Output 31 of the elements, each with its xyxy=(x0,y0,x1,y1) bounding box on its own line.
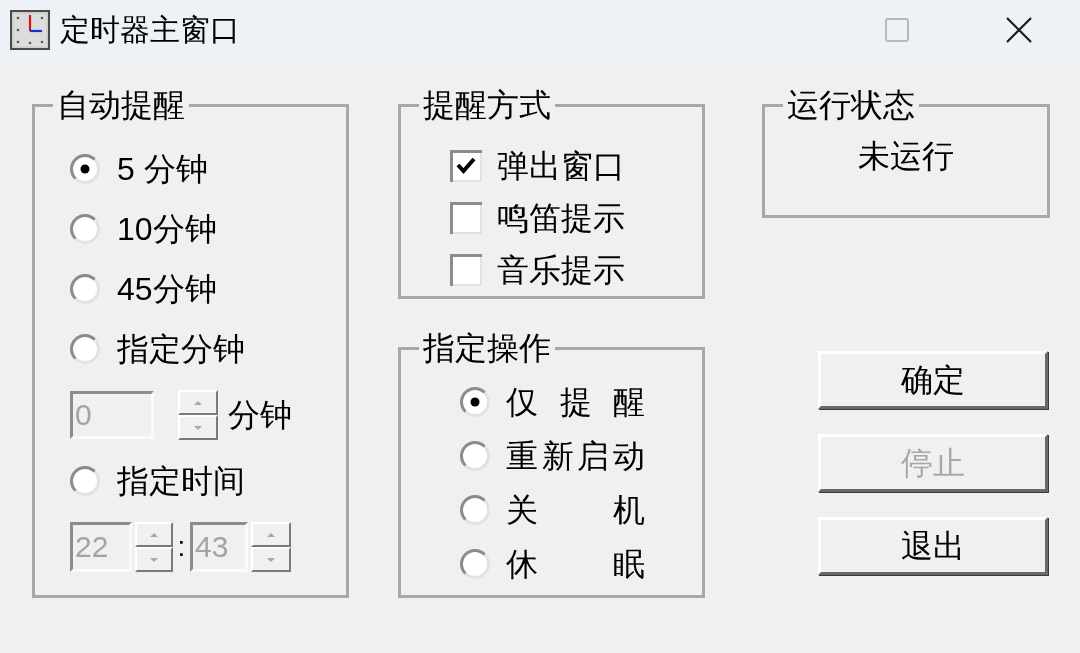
radio-option[interactable]: 关 机 xyxy=(460,492,645,528)
up-arrow-icon xyxy=(194,400,202,405)
up-arrow-icon xyxy=(267,532,275,537)
checkbox-option[interactable]: 鸣笛提示 xyxy=(450,200,625,236)
dialog-button[interactable]: 确定 xyxy=(818,351,1048,409)
down-arrow-icon xyxy=(194,425,202,430)
down-arrow-icon xyxy=(150,557,158,562)
radio-option[interactable]: 指定时间 xyxy=(70,463,245,499)
unit-label: 分钟 xyxy=(228,397,292,433)
radio-option[interactable]: 重新启动 xyxy=(460,438,645,474)
down-arrow-icon xyxy=(267,557,275,562)
window-title: 定时器主窗口 xyxy=(60,12,240,48)
radio-option[interactable]: 仅 提 醒 xyxy=(460,384,645,420)
group-box-title: 自动提醒 xyxy=(56,87,186,123)
time-separator: : xyxy=(176,531,187,563)
dialog-button[interactable]: 退出 xyxy=(818,517,1048,575)
group-box-title: 运行状态 xyxy=(786,87,916,123)
checkbox-option[interactable]: 弹出窗口 xyxy=(450,148,625,184)
radio-option[interactable]: 休 眠 xyxy=(460,546,645,582)
checkbox-option[interactable]: 音乐提示 xyxy=(450,252,625,288)
status-value: 未运行 xyxy=(858,138,954,174)
clock-icon xyxy=(10,10,50,50)
radio-option[interactable]: 指定分钟 xyxy=(70,331,245,367)
radio-option[interactable]: 10分钟 xyxy=(70,211,217,247)
radio-option[interactable]: 5 分钟 xyxy=(70,151,208,187)
up-arrow-icon xyxy=(150,532,158,537)
group-box-title: 提醒方式 xyxy=(422,87,552,123)
group-box-title: 指定操作 xyxy=(422,330,552,366)
maximize-icon xyxy=(885,18,909,42)
radio-option[interactable]: 45分钟 xyxy=(70,271,217,307)
close-icon xyxy=(1006,17,1032,43)
